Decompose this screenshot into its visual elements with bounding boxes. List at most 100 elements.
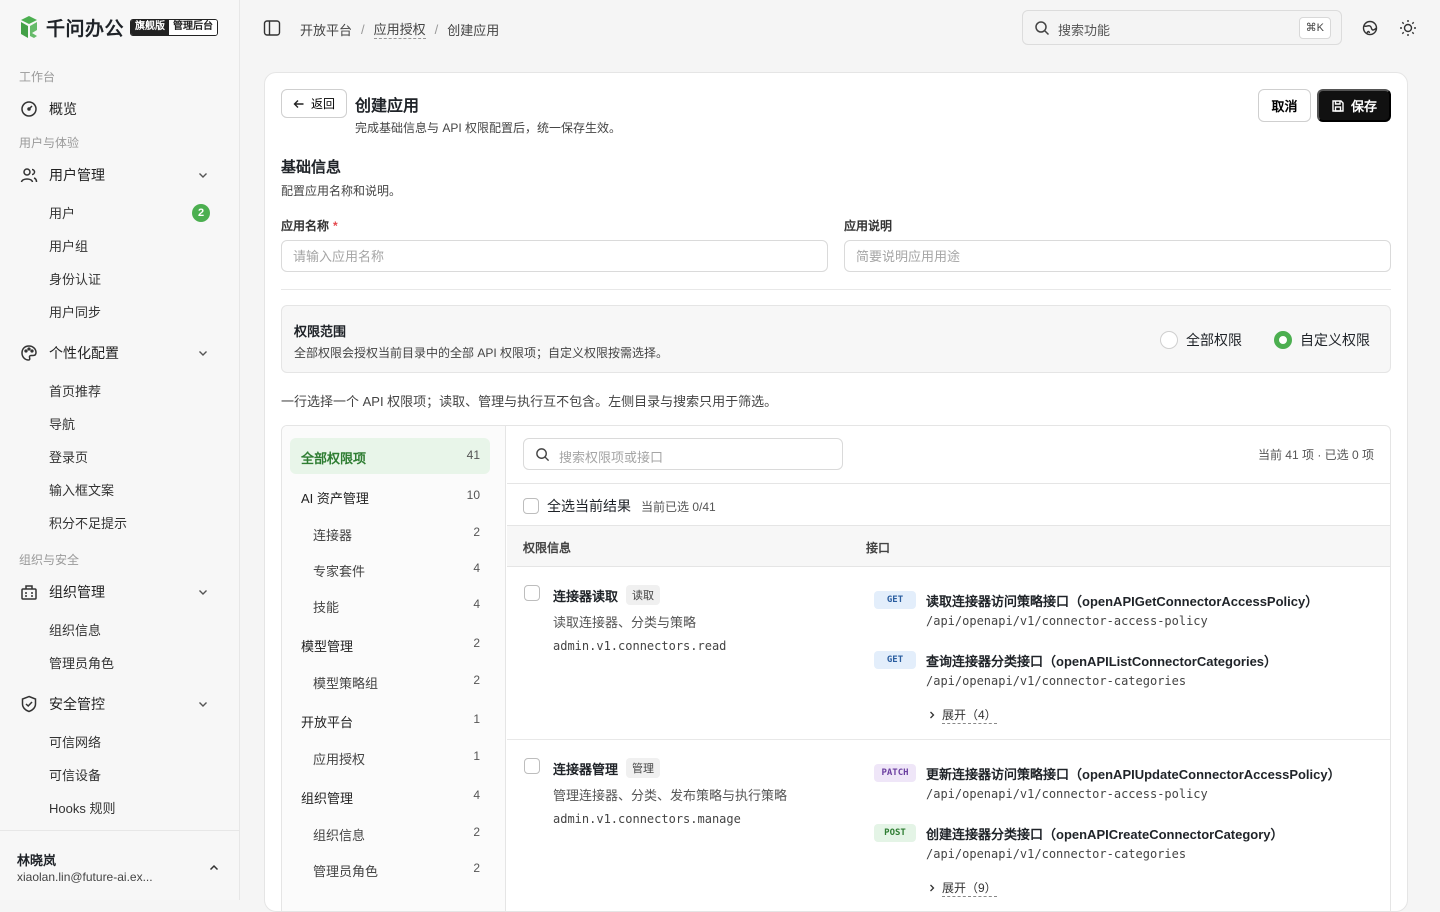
sidebar-item-users[interactable]: 用户 2: [10, 198, 220, 226]
category-item[interactable]: 管理员角色 2: [290, 851, 490, 887]
category-item[interactable]: 连接器 2: [290, 515, 490, 551]
chevron-down-icon: [199, 702, 207, 707]
permission-search-input[interactable]: 搜索权限项或接口: [523, 438, 843, 470]
category-item[interactable]: 模型策略组 2: [290, 663, 490, 699]
selection-hint: 一行选择一个 API 权限项；读取、管理与执行互不包含。左侧目录与搜索只用于筛选…: [281, 394, 778, 409]
method-badge: GET: [874, 591, 916, 609]
user-card[interactable]: 林晓岚 xiaolan.lin@future-ai.ex...: [0, 830, 239, 900]
sidebar-item-org-info[interactable]: 组织信息: [10, 615, 220, 643]
sidebar-item-user-sync[interactable]: 用户同步: [10, 297, 220, 325]
permission-stats: 当前 41 项 · 已选 0 项: [1257, 448, 1374, 462]
category-item[interactable]: 开放平台 1: [290, 702, 490, 738]
globe-icon[interactable]: [1360, 18, 1380, 38]
category-item[interactable]: 组织信息 2: [290, 815, 490, 851]
search-icon: [536, 448, 550, 462]
sun-icon[interactable]: [1398, 18, 1418, 38]
sidebar-item-trusted-network[interactable]: 可信网络: [10, 727, 220, 755]
select-all-checkbox[interactable]: [523, 498, 539, 514]
sidebar-item-security[interactable]: 安全管控: [10, 689, 220, 719]
category-item[interactable]: 组织管理 4: [290, 778, 490, 814]
permission-row[interactable]: 连接器读取 读取 读取连接器、分类与策略 admin.v1.connectors…: [507, 567, 1390, 740]
sidebar-item-org-mgmt[interactable]: 组织管理: [10, 577, 220, 607]
category-item-all[interactable]: 全部权限项 41: [290, 438, 490, 474]
category-label: 专家套件: [313, 564, 366, 579]
nav-group-title-org: 组织与安全: [19, 553, 80, 567]
permission-code: admin.v1.connectors.manage: [553, 812, 741, 826]
sidebar-item-hooks[interactable]: Hooks 规则: [10, 793, 220, 821]
sidebar-item-home-reco[interactable]: 首页推荐: [10, 376, 220, 404]
permission-name-wrap: 连接器管理 管理: [553, 758, 661, 778]
permission-search-placeholder: 搜索权限项或接口: [559, 450, 664, 465]
permission-checkbox[interactable]: [524, 585, 540, 601]
users-count-badge: 2: [192, 204, 210, 222]
sidebar-item-user-mgmt[interactable]: 用户管理: [10, 160, 220, 190]
category-label: 应用授权: [313, 752, 366, 767]
sidebar-item-label: 可信网络: [49, 734, 102, 750]
brand[interactable]: 千问办公 旗舰版 管理后台: [18, 13, 219, 41]
category-label: 全部权限项: [301, 451, 367, 466]
arrow-left-icon: [293, 99, 304, 108]
breadcrumb-item[interactable]: 应用授权: [373, 19, 426, 39]
chevron-down-icon: [199, 590, 207, 595]
sidebar-item-user-groups[interactable]: 用户组: [10, 231, 220, 259]
category-count: 4: [473, 597, 480, 611]
sidebar-toggle-icon[interactable]: [262, 18, 282, 38]
select-all-label: 全选当前结果: [547, 498, 631, 514]
category-count: 10: [466, 488, 480, 502]
sidebar-item-login[interactable]: 登录页: [10, 442, 220, 470]
sidebar-item-overview[interactable]: 概览: [10, 94, 220, 124]
global-search[interactable]: 搜索功能 ⌘K: [1022, 10, 1342, 45]
permission-code: admin.v1.connectors.read: [553, 639, 727, 653]
category-item[interactable]: 应用授权 1: [290, 739, 490, 775]
permission-checkbox[interactable]: [524, 758, 540, 774]
category-label: 组织信息: [313, 828, 366, 843]
sidebar-item-personalize[interactable]: 个性化配置: [10, 338, 220, 368]
sidebar-item-trusted-device[interactable]: 可信设备: [10, 760, 220, 788]
sidebar-item-identity[interactable]: 身份认证: [10, 264, 220, 292]
category-count: 41: [466, 448, 480, 462]
save-button[interactable]: 保存: [1317, 89, 1391, 122]
category-item[interactable]: 技能 4: [290, 587, 490, 623]
scope-option-custom[interactable]: 自定义权限: [1274, 330, 1370, 350]
sidebar-item-nav[interactable]: 导航: [10, 409, 220, 437]
back-button[interactable]: 返回: [281, 89, 347, 118]
category-item[interactable]: 模型管理 2: [290, 626, 490, 662]
page-subtitle: 完成基础信息与 API 权限配置后，统一保存生效。: [355, 121, 622, 135]
expand-endpoints-button[interactable]: 展开（9）: [927, 879, 997, 897]
sidebar-item-label: 安全管控: [49, 696, 105, 712]
sidebar-item-input-copy[interactable]: 输入框文案: [10, 475, 220, 503]
basic-info-title: 基础信息: [281, 159, 342, 176]
radio-label: 全部权限: [1186, 332, 1242, 348]
sidebar-item-label: Hooks 规则: [49, 800, 116, 816]
category-count: 2: [473, 525, 480, 539]
select-all-row[interactable]: 全选当前结果 当前已选 0/41: [523, 496, 716, 516]
category-item[interactable]: 专家套件 4: [290, 551, 490, 587]
chevron-up-icon: [209, 864, 219, 871]
user-name: 林晓岚: [17, 853, 57, 868]
brand-logo-icon: [21, 16, 37, 38]
sidebar-item-label: 用户组: [49, 238, 89, 254]
divider: [507, 483, 1390, 484]
permission-row[interactable]: 连接器管理 管理 管理连接器、分类、发布策略与执行策略 admin.v1.con…: [507, 740, 1390, 911]
sidebar-item-admin-roles[interactable]: 管理员角色: [10, 648, 220, 676]
category-item[interactable]: AI 资产管理 10: [290, 478, 490, 514]
scope-option-all[interactable]: 全部权限: [1160, 330, 1242, 350]
search-shortcut: ⌘K: [1298, 17, 1331, 39]
nav-group-title-workspace: 工作台: [19, 70, 56, 84]
page-title: 创建应用: [355, 98, 420, 115]
search-placeholder: 搜索功能: [1058, 23, 1111, 38]
endpoint-path: /api/openapi/v1/connector-categories: [926, 674, 1187, 688]
sidebar-item-label: 可信设备: [49, 767, 102, 783]
sidebar-item-points-tip[interactable]: 积分不足提示: [10, 508, 220, 536]
breadcrumb-item[interactable]: 开放平台: [300, 20, 352, 39]
category-label: 技能: [313, 600, 340, 615]
sidebar-item-label: 输入框文案: [49, 482, 115, 498]
app-name-input[interactable]: [281, 240, 828, 272]
cancel-button[interactable]: 取消: [1258, 89, 1311, 122]
search-icon: [1035, 21, 1050, 36]
sidebar-item-label: 身份认证: [49, 271, 102, 287]
endpoint-title: 创建连接器分类接口（openAPICreateConnectorCategory…: [926, 827, 1284, 842]
expand-endpoints-button[interactable]: 展开（4）: [927, 706, 997, 724]
radio-checked: [1274, 331, 1292, 349]
app-desc-input[interactable]: [844, 240, 1391, 272]
